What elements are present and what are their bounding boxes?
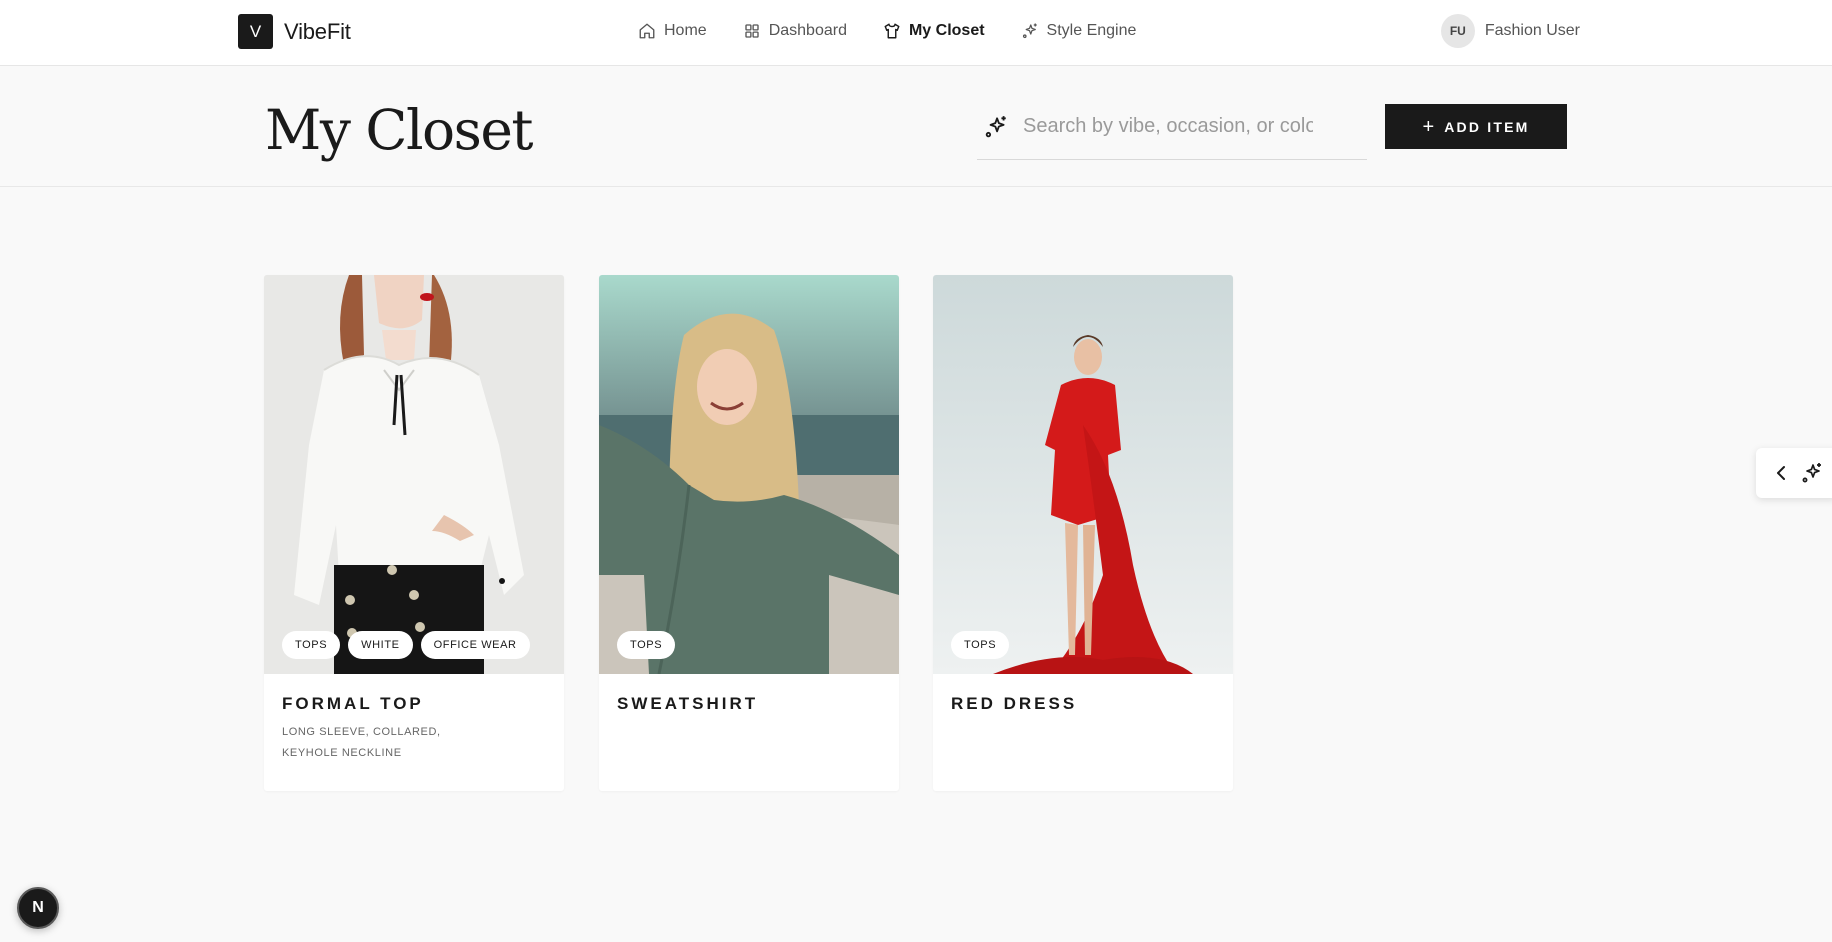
item-tags: TOPS WHITE OFFICE WEAR [282, 631, 530, 659]
main-nav: Home Dashboard My Closet Style Engine [638, 0, 1136, 62]
search-bar [977, 94, 1367, 160]
nav-style-engine-label: Style Engine [1046, 22, 1137, 39]
dashboard-grid-icon [745, 24, 759, 38]
closet-item-card[interactable]: TOPS RED DRESS [933, 275, 1233, 791]
nav-dashboard[interactable]: Dashboard [743, 22, 847, 40]
nav-my-closet[interactable]: My Closet [883, 22, 985, 40]
avatar: FU [1440, 14, 1475, 48]
item-title: RED DRESS [951, 694, 1078, 713]
nav-home-label: Home [664, 22, 707, 39]
item-title: FORMAL TOP [282, 694, 424, 713]
item-photo [264, 275, 564, 674]
tag-chip[interactable]: TOPS [282, 631, 341, 659]
tag-chip[interactable]: WHITE [348, 631, 413, 659]
tag-chip[interactable]: TOPS [951, 631, 1010, 659]
nav-home[interactable]: Home [638, 22, 707, 40]
add-item-button[interactable]: + ADD ITEM [1385, 104, 1567, 149]
tag-chip[interactable]: OFFICE WEAR [420, 631, 530, 659]
item-photo [933, 275, 1233, 674]
sparkles-icon [1802, 463, 1821, 483]
brand[interactable]: V VibeFit [238, 14, 351, 49]
top-navigation-bar: V VibeFit Home Dashboard My Closet Style… [0, 0, 1832, 66]
nav-dashboard-label: Dashboard [768, 22, 847, 39]
dev-tools-badge[interactable]: N [17, 887, 59, 929]
search-input[interactable] [1023, 115, 1313, 138]
user-menu[interactable]: FU Fashion User [1440, 14, 1580, 48]
plus-icon: + [1422, 115, 1435, 138]
nav-my-closet-label: My Closet [908, 22, 985, 39]
item-description: LONG SLEEVE, COLLARED, KEYHOLE NECKLINE [282, 726, 441, 759]
sparkles-icon [1022, 23, 1037, 39]
tag-chip[interactable]: TOPS [617, 631, 676, 659]
closet-item-card[interactable]: TOPS SWEATSHIRT [599, 275, 899, 791]
item-tags: TOPS [617, 631, 676, 659]
item-photo [599, 275, 899, 674]
user-name: Fashion User [1484, 22, 1580, 39]
sparkles-icon [985, 115, 1006, 137]
page-title: My Closet [265, 98, 534, 162]
add-item-label: ADD ITEM [1444, 118, 1530, 135]
brand-logo: V [238, 14, 273, 49]
nav-style-engine[interactable]: Style Engine [1021, 22, 1137, 40]
shirt-icon [884, 23, 900, 39]
home-icon [639, 23, 655, 39]
style-assistant-toggle[interactable] [1756, 448, 1832, 498]
item-tags: TOPS [951, 631, 1010, 659]
item-title: SWEATSHIRT [617, 694, 759, 713]
chevron-left-icon [1777, 466, 1785, 480]
closet-header: My Closet + ADD ITEM [0, 66, 1832, 187]
brand-name: VibeFit [284, 18, 351, 44]
closet-item-card[interactable]: TOPS WHITE OFFICE WEAR FORMAL TOP LONG S… [264, 275, 564, 791]
